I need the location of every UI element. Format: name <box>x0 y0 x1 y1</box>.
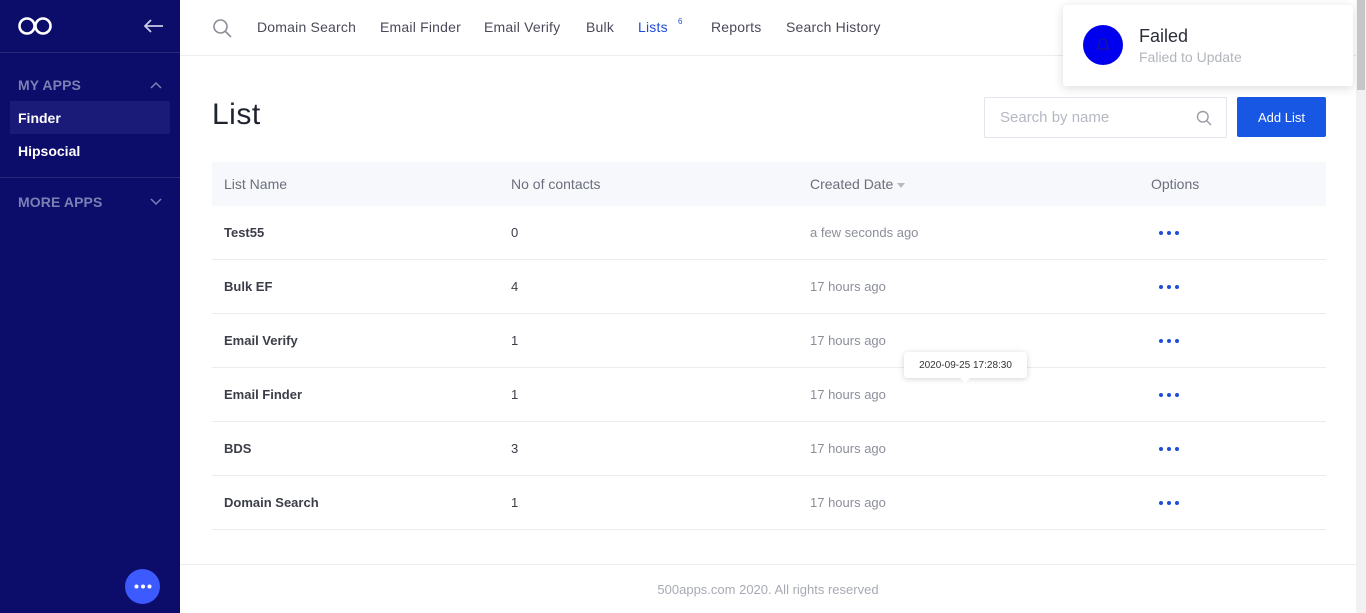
sidebar: MY APPS Finder Hipsocial MORE APPS <box>0 0 180 613</box>
footer: 500apps.com 2020. All rights reserved <box>180 564 1356 613</box>
scrollbar-track[interactable] <box>1356 0 1366 613</box>
more-apps-label: MORE APPS <box>18 194 103 210</box>
contacts-count-cell: 1 <box>511 333 519 348</box>
lists-table: List Name No of contacts Created Date Op… <box>212 162 1326 530</box>
infinity-logo-icon[interactable] <box>17 16 53 36</box>
more-options-icon[interactable] <box>1158 284 1180 290</box>
sidebar-item-label: Finder <box>18 109 61 126</box>
toast-title: Failed <box>1139 26 1189 46</box>
nav-email-verify[interactable]: Email Verify <box>484 19 560 35</box>
scrollbar-thumb[interactable] <box>1357 0 1365 90</box>
contacts-count-cell: 0 <box>511 225 519 240</box>
contacts-count-cell: 3 <box>511 441 519 456</box>
list-name-cell[interactable]: Bulk EF <box>224 279 272 294</box>
list-name-cell[interactable]: Email Verify <box>224 333 298 348</box>
sidebar-item-label: Hipsocial <box>18 142 81 159</box>
table-header: List Name No of contacts Created Date Op… <box>212 162 1326 206</box>
more-options-icon[interactable] <box>1158 392 1180 398</box>
error-toast[interactable]: Failed Falied to Update <box>1063 5 1353 86</box>
nav-lists[interactable]: Lists <box>638 19 668 35</box>
sort-desc-icon[interactable] <box>897 182 906 188</box>
my-apps-label: MY APPS <box>18 77 81 93</box>
created-date-cell[interactable]: 17 hours ago <box>810 333 886 348</box>
sidebar-item-finder[interactable]: Finder <box>10 101 170 134</box>
header-options: Options <box>1151 176 1200 192</box>
toast-icon-circle <box>1083 25 1123 65</box>
list-name-cell[interactable]: Domain Search <box>224 495 319 510</box>
header-list-name[interactable]: List Name <box>224 176 287 192</box>
search-icon[interactable] <box>212 18 232 38</box>
search-icon[interactable] <box>1196 110 1212 126</box>
sidebar-divider <box>0 177 180 178</box>
nav-bulk[interactable]: Bulk <box>586 19 614 35</box>
list-search <box>984 97 1227 138</box>
more-apps-section-toggle[interactable]: MORE APPS <box>0 186 180 218</box>
more-options-fab[interactable] <box>125 569 160 604</box>
nav-search-history[interactable]: Search History <box>786 19 881 35</box>
created-date-cell[interactable]: 17 hours ago <box>810 387 886 402</box>
table-row[interactable]: Email Finder 1 17 hours ago <box>212 368 1326 422</box>
more-options-icon[interactable] <box>1158 500 1180 506</box>
created-date-cell[interactable]: 17 hours ago <box>810 279 886 294</box>
more-options-icon[interactable] <box>1158 446 1180 452</box>
date-tooltip: 2020-09-25 17:28:30 <box>904 352 1027 383</box>
table-row[interactable]: BDS 3 17 hours ago <box>212 422 1326 476</box>
nav-domain-search[interactable]: Domain Search <box>257 19 356 35</box>
nav-reports[interactable]: Reports <box>711 19 761 35</box>
lists-count-badge: 6 <box>678 17 683 26</box>
sidebar-header <box>0 0 180 53</box>
header-created-date-label: Created Date <box>810 176 894 192</box>
table-row[interactable]: Email Verify 1 17 hours ago <box>212 314 1326 368</box>
header-created-date[interactable]: Created Date <box>810 176 906 192</box>
list-name-cell[interactable]: Email Finder <box>224 387 302 402</box>
page-title: List <box>212 98 261 131</box>
contacts-count-cell: 1 <box>511 495 519 510</box>
created-date-cell[interactable]: 17 hours ago <box>810 441 886 456</box>
ellipsis-icon <box>134 584 151 589</box>
table-row[interactable]: Test55 0 a few seconds ago <box>212 206 1326 260</box>
chevron-down-icon <box>150 198 162 206</box>
contacts-count-cell: 4 <box>511 279 519 294</box>
created-date-cell[interactable]: 17 hours ago <box>810 495 886 510</box>
toast-message: Falied to Update <box>1139 49 1242 65</box>
add-list-button[interactable]: Add List <box>1237 97 1326 137</box>
copyright-text: 500apps.com 2020. All rights reserved <box>657 581 879 597</box>
chevron-up-icon <box>150 81 162 89</box>
my-apps-section-toggle[interactable]: MY APPS <box>0 69 180 101</box>
bell-icon <box>1096 38 1110 50</box>
list-name-cell[interactable]: BDS <box>224 441 251 456</box>
more-options-icon[interactable] <box>1158 338 1180 344</box>
table-row[interactable]: Bulk EF 4 17 hours ago <box>212 260 1326 314</box>
contacts-count-cell: 1 <box>511 387 519 402</box>
table-row[interactable]: Domain Search 1 17 hours ago <box>212 476 1326 530</box>
more-options-icon[interactable] <box>1158 230 1180 236</box>
arrow-left-icon[interactable] <box>144 19 164 33</box>
header-contacts[interactable]: No of contacts <box>511 176 601 192</box>
sidebar-item-hipsocial[interactable]: Hipsocial <box>0 134 170 167</box>
search-input[interactable] <box>985 98 1185 137</box>
list-name-cell[interactable]: Test55 <box>224 225 264 240</box>
nav-email-finder[interactable]: Email Finder <box>380 19 461 35</box>
created-date-cell[interactable]: a few seconds ago <box>810 225 918 240</box>
